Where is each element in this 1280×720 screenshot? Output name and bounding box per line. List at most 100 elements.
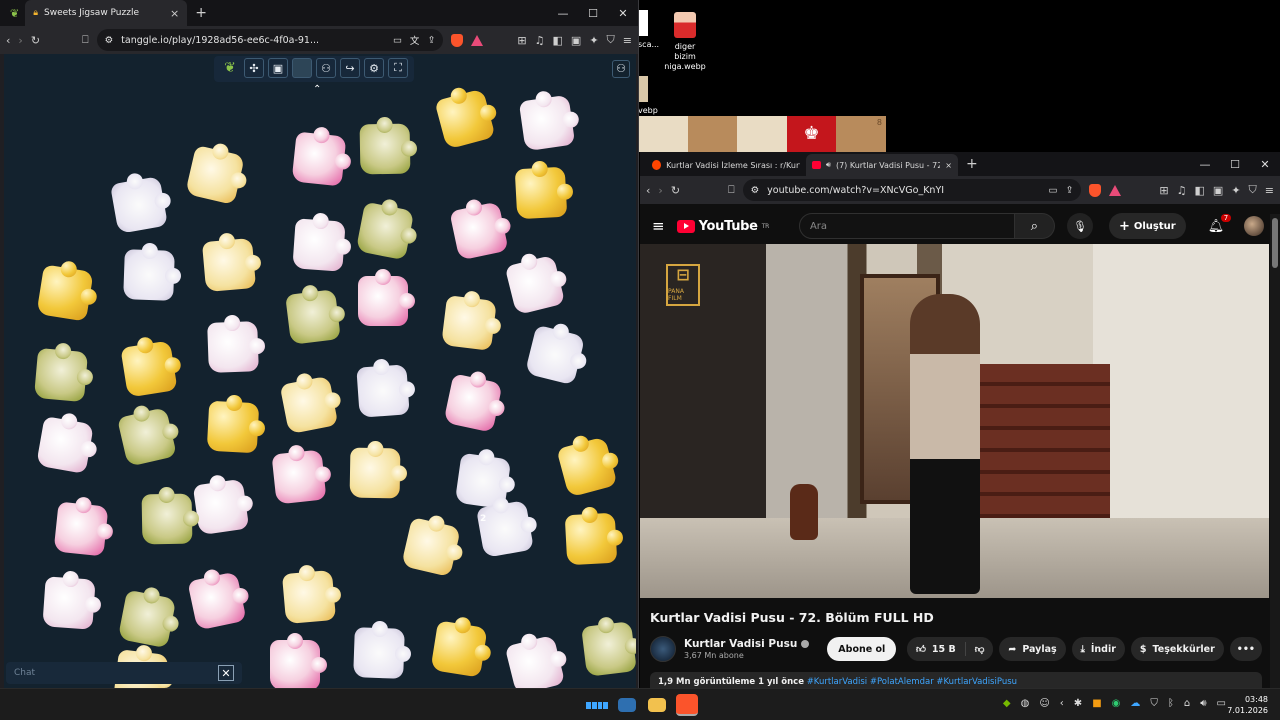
video-player[interactable]: ⊟ PANA FILM xyxy=(640,244,1269,598)
extensions-icon[interactable]: ⊞ xyxy=(517,34,526,47)
puzzle-piece[interactable] xyxy=(504,634,566,688)
bookmark-icon[interactable]: ⎕ xyxy=(728,183,735,197)
address-bar[interactable]: ⚙ tanggle.io/play/1928ad56-ee6c-4f0a-91.… xyxy=(96,29,444,51)
puzzle-piece[interactable] xyxy=(349,447,401,499)
settings-icon[interactable]: ⚙ xyxy=(364,58,384,78)
sidebar-icon[interactable]: ◧ xyxy=(553,34,563,47)
new-tab-button[interactable]: + xyxy=(966,156,978,172)
players-icon[interactable]: ⚇ xyxy=(612,60,630,78)
search-icon[interactable]: ⌕ xyxy=(1014,213,1055,239)
youtube-logo[interactable]: YouTube TR xyxy=(676,219,769,234)
piece-icon[interactable]: ✣ xyxy=(244,58,264,78)
tab-close-icon[interactable]: × xyxy=(170,7,179,20)
shield-tray-icon[interactable]: ⛉ xyxy=(1150,698,1158,709)
tab-sweets-jigsaw[interactable]: 🔒︎ Sweets Jigsaw Puzzle × xyxy=(25,0,188,26)
subscribe-button[interactable]: Abone ol xyxy=(827,637,897,661)
tab-close-icon[interactable]: × xyxy=(945,161,952,170)
cast-icon[interactable]: ▭ xyxy=(1048,185,1057,196)
wallet-icon[interactable]: ▣ xyxy=(1213,184,1223,197)
puzzle-piece[interactable] xyxy=(36,416,94,474)
image-preview-icon[interactable]: ▣ xyxy=(268,58,288,78)
media-icon[interactable]: ♫ xyxy=(1177,184,1187,197)
nvidia-icon[interactable]: ◆ xyxy=(1003,698,1011,709)
puzzle-piece[interactable] xyxy=(359,123,411,175)
maximize-button[interactable]: ☐ xyxy=(578,0,608,26)
microphone-icon[interactable]: 🎙︎ xyxy=(1066,213,1093,239)
network-icon[interactable]: ⌂ xyxy=(1184,698,1190,709)
start-button[interactable] xyxy=(586,694,608,716)
tab-list-icon[interactable]: ❦ xyxy=(10,7,19,20)
create-button[interactable]: + Oluştur xyxy=(1108,213,1186,239)
puzzle-piece[interactable] xyxy=(110,176,168,234)
leo-ai-icon[interactable]: ✦ xyxy=(1231,184,1240,197)
leo-ai-icon[interactable]: ✦ xyxy=(589,34,598,47)
download-button[interactable]: ⤓ İndir xyxy=(1071,637,1125,661)
more-actions-button[interactable]: ••• xyxy=(1229,637,1262,661)
puzzle-piece[interactable] xyxy=(449,201,509,261)
address-bar[interactable]: ⚙ youtube.com/watch?v=XNcVGo_KnYI ▭ ⇪ xyxy=(742,179,1082,201)
desktop-file-icon[interactable]: diger bizim niga.webp xyxy=(664,12,706,72)
puzzle-piece[interactable] xyxy=(207,321,259,373)
new-tab-button[interactable]: + xyxy=(195,5,207,21)
wallet-icon[interactable]: ▣ xyxy=(571,34,581,47)
steam-icon[interactable]: ◍ xyxy=(1021,698,1030,709)
tab-youtube[interactable]: 🔊︎ (7) Kurtlar Vadisi Pusu - 72. B × xyxy=(806,154,958,176)
sidebar-icon[interactable]: ◧ xyxy=(1195,184,1205,197)
scrollbar-thumb[interactable] xyxy=(1272,218,1278,268)
puzzle-piece[interactable] xyxy=(441,295,497,351)
puzzle-piece[interactable] xyxy=(430,620,488,678)
puzzle-piece[interactable] xyxy=(281,569,337,625)
app-tray-icon[interactable]: ✱ xyxy=(1074,698,1082,709)
puzzle-piece[interactable] xyxy=(401,517,461,577)
search-input[interactable]: Ara xyxy=(798,213,1015,239)
puzzle-piece[interactable] xyxy=(564,512,618,566)
menu-icon[interactable]: ≡ xyxy=(1265,184,1274,197)
notifications-bell-icon[interactable]: 🔔︎ 7 xyxy=(1208,213,1232,234)
file-explorer-icon[interactable] xyxy=(648,698,666,712)
menu-icon[interactable]: ≡ xyxy=(623,34,632,47)
puzzle-piece[interactable] xyxy=(42,576,96,630)
puzzle-piece[interactable] xyxy=(504,254,566,316)
puzzle-piece[interactable] xyxy=(292,218,346,272)
puzzle-piece[interactable] xyxy=(443,373,503,433)
translate-icon[interactable]: 文 xyxy=(410,33,420,47)
desktop-file-thumbnail-2[interactable] xyxy=(638,76,648,102)
brave-shields-icon[interactable] xyxy=(451,33,464,47)
media-icon[interactable]: ♫ xyxy=(535,34,545,47)
hashtags[interactable]: #KurtlarVadisi #PolatAlemdar #KurtlarVad… xyxy=(807,677,1017,687)
volume-icon[interactable]: 🔊︎ xyxy=(1200,698,1206,709)
bluetooth-icon[interactable]: ᛒ xyxy=(1168,698,1174,709)
puzzle-piece[interactable] xyxy=(53,501,109,557)
puzzle-piece[interactable] xyxy=(581,621,636,677)
back-icon[interactable]: ‹ xyxy=(646,184,650,197)
channel-name-row[interactable]: Kurtlar Vadisi Pusu xyxy=(684,638,810,650)
extensions-icon[interactable]: ⊞ xyxy=(1159,184,1168,197)
task-view-icon[interactable] xyxy=(618,698,636,712)
users-icon[interactable]: ⚇ xyxy=(316,58,336,78)
puzzle-piece[interactable] xyxy=(524,324,586,386)
dislike-button[interactable]: 👎︎ xyxy=(965,637,994,661)
chess-board-window-strip[interactable]: ♚ 8 xyxy=(638,116,886,152)
bookmark-icon[interactable]: ⎕ xyxy=(82,33,89,47)
hamburger-menu-icon[interactable]: ≡ xyxy=(652,217,665,235)
puzzle-piece[interactable] xyxy=(36,264,94,322)
puzzle-board[interactable]: ❦ ✣ ▣ ⚇ ↪ ⚙ ⛶ ⌃ ⚇ 2 Chat ✕ xyxy=(4,54,636,688)
puzzle-piece[interactable] xyxy=(185,145,245,205)
cast-icon[interactable]: ▭ xyxy=(393,35,402,46)
puzzle-piece[interactable] xyxy=(33,347,89,403)
puzzle-piece[interactable] xyxy=(279,375,339,435)
brave-shields-icon[interactable] xyxy=(1089,183,1102,197)
puzzle-piece[interactable] xyxy=(117,407,177,467)
fullscreen-icon[interactable]: ⛶ xyxy=(388,58,408,78)
battery-icon[interactable]: ▭ xyxy=(1217,698,1226,709)
desktop-file-thumbnail[interactable] xyxy=(638,10,648,36)
share-icon[interactable]: ⇪ xyxy=(427,35,435,46)
puzzle-piece[interactable] xyxy=(358,269,415,326)
puzzle-piece[interactable] xyxy=(353,627,405,679)
leaf-icon[interactable]: ❦ xyxy=(220,58,240,78)
like-button[interactable]: 👍︎ 15 B xyxy=(906,637,965,661)
cloud-icon[interactable]: ☁ xyxy=(1130,698,1140,709)
thanks-button[interactable]: $ Teşekkürler xyxy=(1130,637,1224,661)
collapse-chevron-icon[interactable]: ⌃ xyxy=(313,84,321,95)
site-info-icon[interactable]: ⚙ xyxy=(105,35,114,46)
